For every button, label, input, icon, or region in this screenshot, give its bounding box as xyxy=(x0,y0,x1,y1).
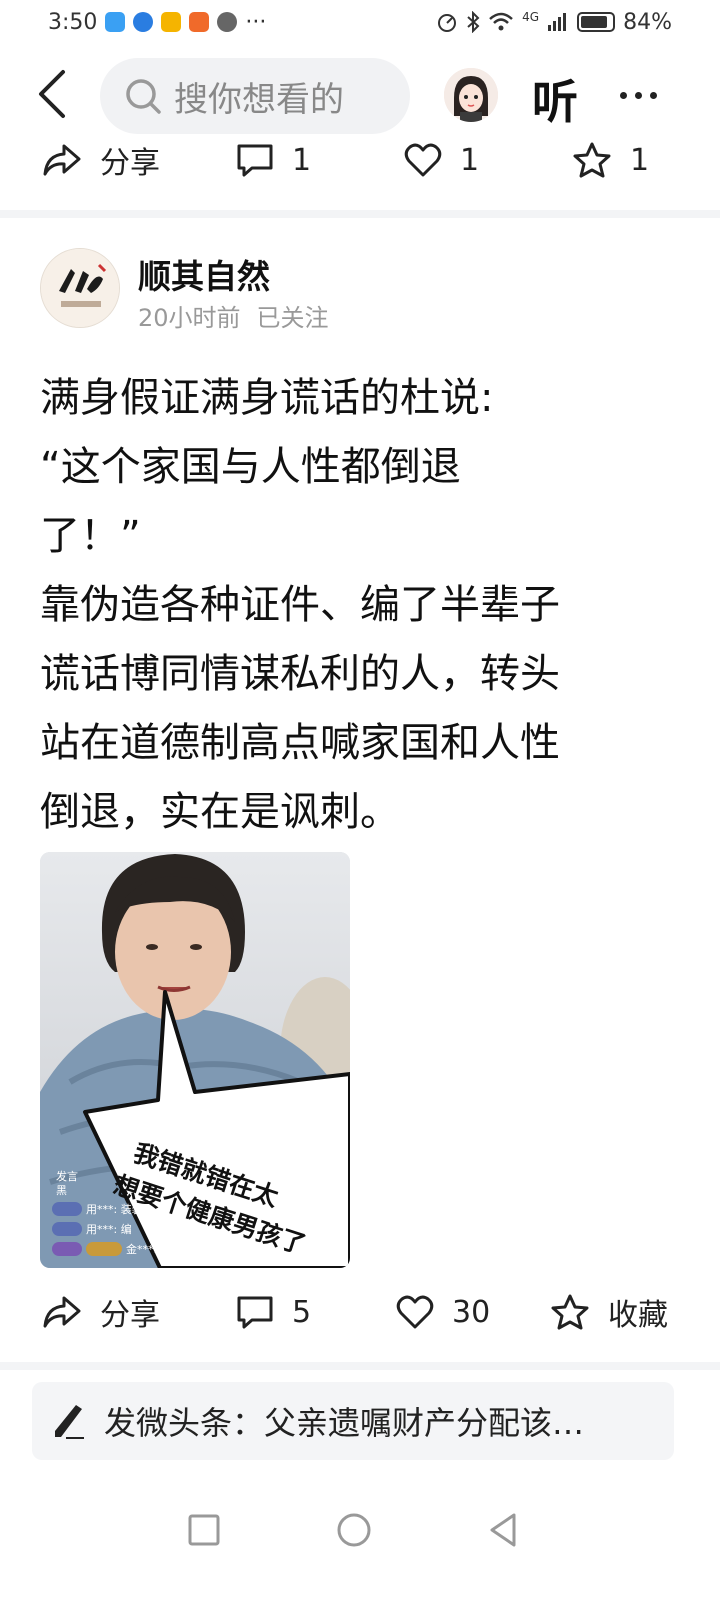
share-icon xyxy=(43,1296,81,1328)
post-line: 了！” xyxy=(40,513,141,559)
post-line: 谎话博同情谋私利的人，转头 xyxy=(40,651,560,697)
follow-status[interactable]: 已关注 xyxy=(257,298,329,333)
author-name[interactable]: 顺其自然 xyxy=(138,250,270,298)
home-icon[interactable] xyxy=(334,1510,374,1550)
post-line: 倒退，实在是讽刺。 xyxy=(40,789,400,835)
more-dot xyxy=(635,91,642,99)
post-line: 站在道德制高点喊家国和人性 xyxy=(40,720,560,766)
comment-button[interactable]: 1 xyxy=(236,142,311,178)
prev-post-actions: 分享 1 1 1 xyxy=(0,130,720,190)
post-meta: 20小时前 已关注 xyxy=(138,298,329,333)
top-nav-bar: 搜你想看的 听 xyxy=(0,56,720,136)
post-photo: 我错就错在太 想要个健康男孩了 发言 黑 用***: 装装 用***: 编 金*… xyxy=(40,852,350,1268)
star-icon xyxy=(573,142,611,178)
signal-icon xyxy=(548,13,567,31)
like-count: 1 xyxy=(460,142,480,178)
share-label: 分享 xyxy=(100,1298,160,1333)
status-bar: 3:50 ··· 4G 84% xyxy=(0,0,720,44)
search-icon xyxy=(126,79,161,114)
post-line: 满身假证满身谎话的杜说: xyxy=(40,375,494,421)
app-notification-icon xyxy=(133,12,154,32)
overlay-text: 金***: 送出小心心 xyxy=(126,1242,216,1256)
speed-icon xyxy=(438,14,457,32)
share-icon xyxy=(43,144,81,176)
divider xyxy=(0,210,720,218)
divider xyxy=(0,1362,720,1370)
weather-icon xyxy=(161,12,182,32)
pen-icon xyxy=(55,1405,84,1439)
like-button[interactable]: 1 xyxy=(404,142,479,178)
overlay-text: 黑 xyxy=(56,1184,67,1197)
battery-icon xyxy=(577,12,616,32)
search-input[interactable]: 搜你想看的 xyxy=(100,58,410,134)
post-image[interactable]: 我错就错在太 想要个健康男孩了 发言 黑 用***: 装装 用***: 编 金*… xyxy=(40,852,350,1268)
favorite-count: 1 xyxy=(630,142,650,178)
post-time: 20小时前 xyxy=(138,304,241,332)
status-overflow: ··· xyxy=(245,9,267,35)
app-notification-icon xyxy=(189,12,210,32)
status-time: 3:50 xyxy=(48,9,98,35)
battery-percent: 84% xyxy=(623,9,672,35)
avatar-icon xyxy=(444,68,498,122)
comment-count: 1 xyxy=(292,142,312,178)
recent-apps-icon[interactable] xyxy=(184,1510,224,1550)
favorite-button[interactable]: 收藏 xyxy=(550,1290,668,1334)
compose-link-text: 发微头条：父亲遗嘱财产分配该… xyxy=(104,1404,585,1442)
share-button[interactable]: 分享 xyxy=(42,138,160,182)
wechat-icon xyxy=(217,12,238,32)
share-button[interactable]: 分享 xyxy=(42,1290,160,1334)
author-avatar-image xyxy=(41,249,119,327)
share-label: 分享 xyxy=(100,146,160,181)
network-type: 4G xyxy=(522,10,540,24)
like-button[interactable]: 30 xyxy=(396,1294,490,1330)
overlay-text: 用***: 编 xyxy=(86,1222,132,1236)
overlay-text: 用***: 装装 xyxy=(86,1203,143,1216)
search-placeholder: 搜你想看的 xyxy=(174,79,344,120)
comment-button[interactable]: 5 xyxy=(236,1294,311,1330)
post-body[interactable]: 满身假证满身谎话的杜说: “这个家国与人性都倒退 了！” 靠伪造各种证件、编了半… xyxy=(40,364,680,847)
chevron-left-icon xyxy=(39,70,65,118)
post-line: “这个家国与人性都倒退 xyxy=(40,444,461,490)
favorite-button[interactable]: 1 xyxy=(572,141,649,179)
wifi-icon xyxy=(489,12,513,31)
more-dot xyxy=(620,91,627,99)
heart-icon xyxy=(404,143,442,177)
author-avatar[interactable] xyxy=(40,248,120,328)
user-avatar[interactable] xyxy=(444,68,498,122)
comment-count: 5 xyxy=(292,1294,312,1330)
post-line: 靠伪造各种证件、编了半辈子 xyxy=(40,582,560,628)
favorite-label: 收藏 xyxy=(608,1298,668,1333)
overlay-text: 发言 xyxy=(56,1169,78,1183)
post-actions: 分享 5 30 收藏 xyxy=(0,1282,720,1342)
compose-post-link[interactable]: 发微头条：父亲遗嘱财产分配该… xyxy=(32,1382,674,1460)
comment-icon xyxy=(237,1296,273,1329)
more-button[interactable] xyxy=(620,80,680,110)
back-nav-icon[interactable] xyxy=(484,1510,524,1550)
comment-icon xyxy=(237,144,273,177)
more-dot xyxy=(650,91,657,99)
app-notification-icon xyxy=(105,12,126,32)
listen-button[interactable]: 听 xyxy=(532,66,578,132)
star-icon xyxy=(551,1294,589,1330)
back-button[interactable] xyxy=(32,66,72,122)
bluetooth-icon xyxy=(467,11,480,33)
heart-icon xyxy=(396,1295,434,1329)
system-navigation-bar xyxy=(0,1490,720,1570)
like-count: 30 xyxy=(452,1294,491,1330)
